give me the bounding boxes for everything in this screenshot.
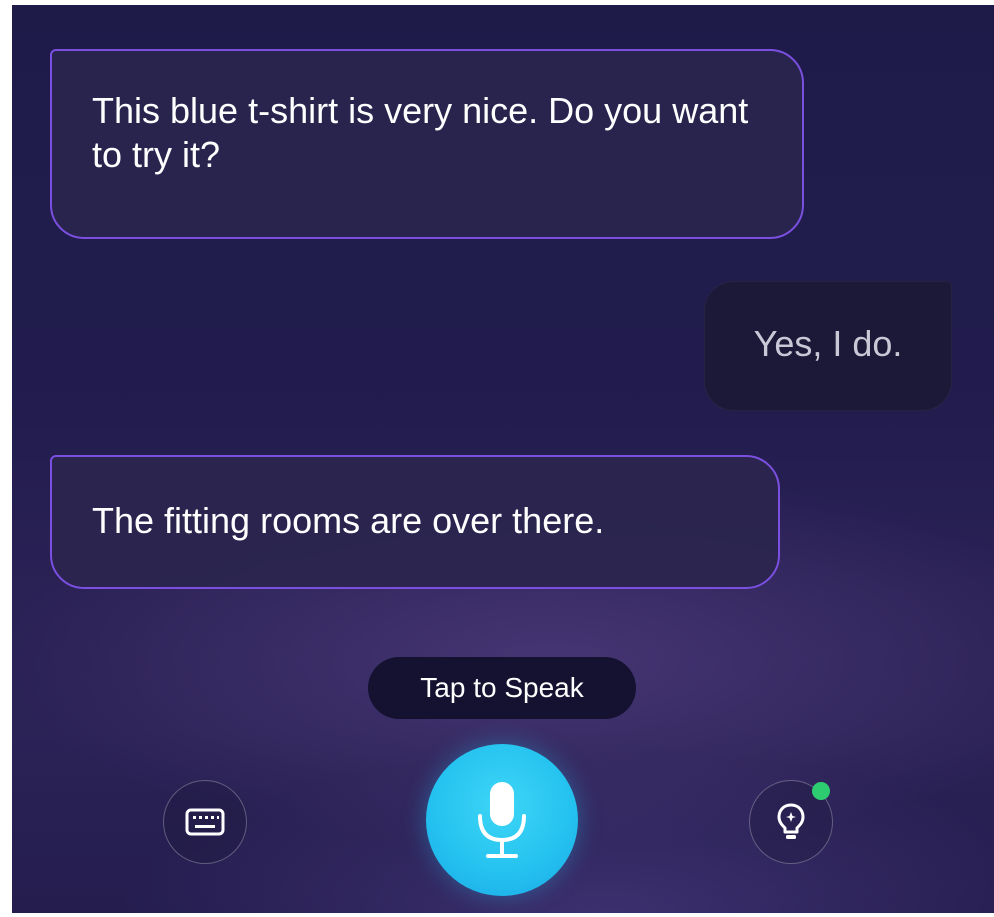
microphone-icon bbox=[478, 782, 526, 858]
bot-message-text: The fitting rooms are over there. bbox=[92, 500, 605, 541]
keyboard-button[interactable] bbox=[163, 780, 247, 864]
notification-dot bbox=[812, 782, 830, 800]
lightbulb-icon bbox=[777, 803, 805, 839]
tap-to-speak-hint: Tap to Speak bbox=[368, 657, 636, 719]
user-message-bubble: Yes, I do. bbox=[704, 281, 952, 411]
chat-screen: This blue t-shirt is very nice. Do you w… bbox=[12, 5, 994, 913]
bot-message-bubble: This blue t-shirt is very nice. Do you w… bbox=[50, 49, 804, 239]
bot-message-bubble: The fitting rooms are over there. bbox=[50, 455, 780, 589]
user-message-text: Yes, I do. bbox=[753, 323, 903, 364]
bot-message-text: This blue t-shirt is very nice. Do you w… bbox=[92, 90, 749, 175]
keyboard-icon bbox=[185, 808, 225, 836]
microphone-button[interactable] bbox=[426, 744, 578, 896]
